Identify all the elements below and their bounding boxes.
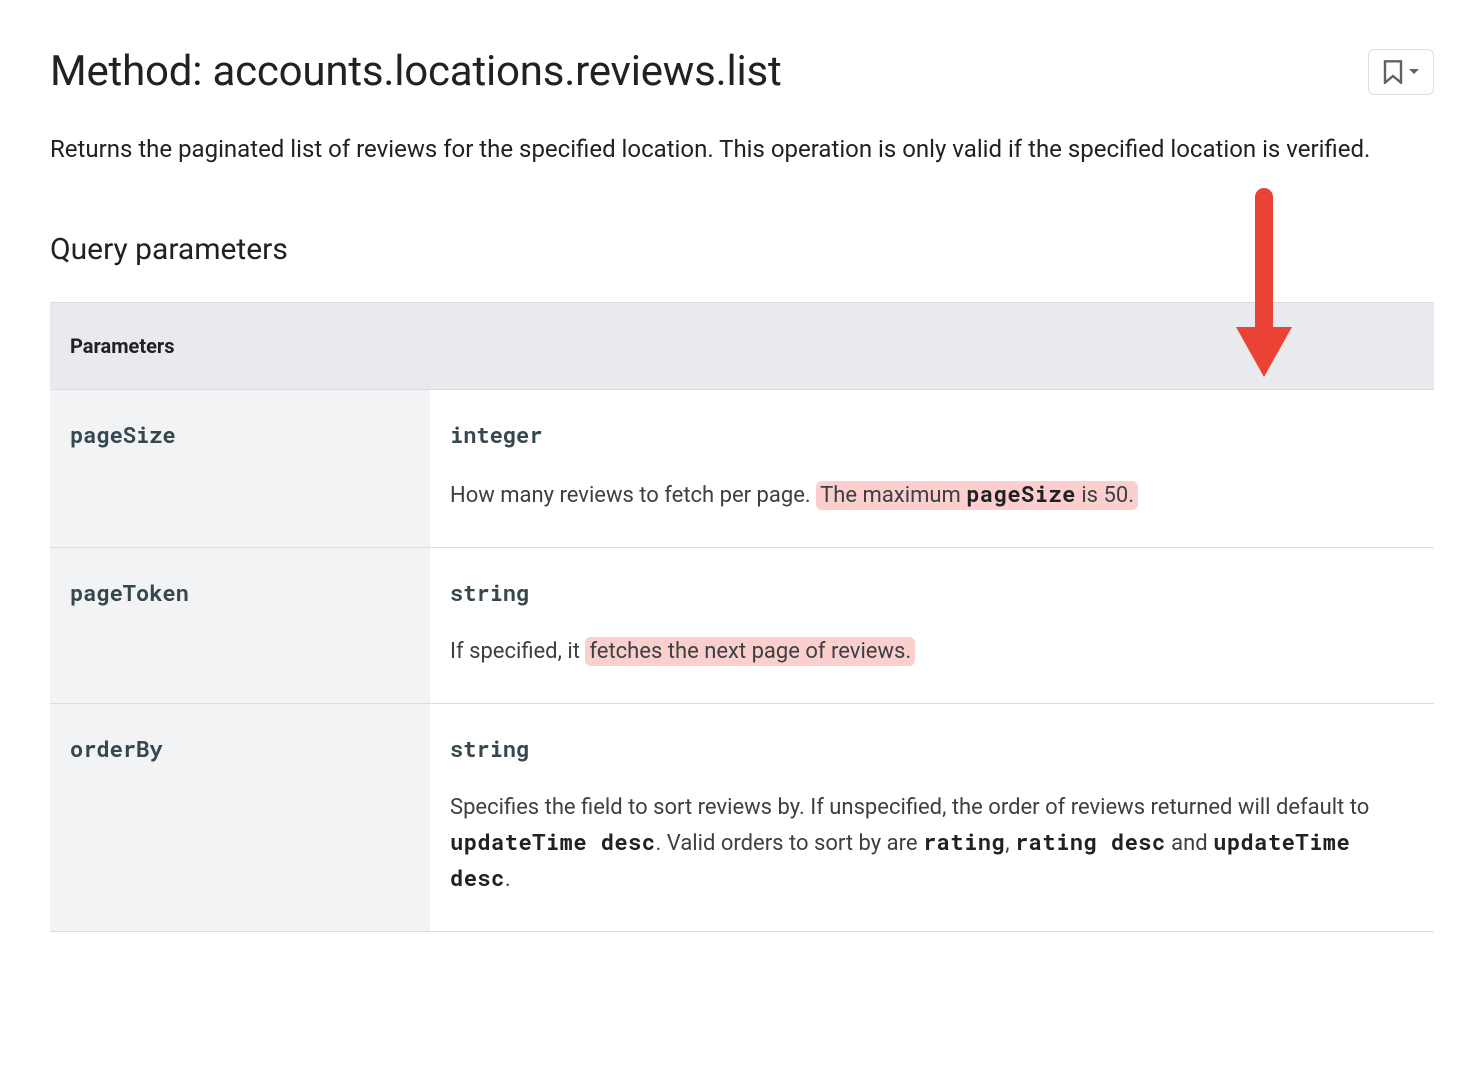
inline-code: rating <box>923 827 1005 856</box>
desc-text: Specifies the field to sort reviews by. … <box>450 795 1369 820</box>
param-name: pageSize <box>50 390 430 548</box>
param-type: integer <box>450 418 1414 451</box>
table-header: Parameters <box>50 303 1434 390</box>
table-row: pageToken string If specified, it fetche… <box>50 548 1434 704</box>
param-desc-cell: string If specified, it fetches the next… <box>430 548 1434 704</box>
param-desc-cell: string Specifies the field to sort revie… <box>430 704 1434 932</box>
section-title: Query parameters <box>50 227 1434 272</box>
page-title: Method: accounts.locations.reviews.list <box>50 40 782 103</box>
param-name: pageToken <box>50 548 430 704</box>
param-description: Specifies the field to sort reviews by. … <box>450 791 1414 897</box>
inline-code: updateTime desc <box>450 827 656 856</box>
desc-text: The maximum <box>820 483 966 508</box>
desc-text: is 50. <box>1076 483 1134 508</box>
method-description: Returns the paginated list of reviews fo… <box>50 131 1434 167</box>
desc-text: . <box>505 867 511 892</box>
parameters-table: Parameters pageSize integer How many rev… <box>50 302 1434 932</box>
param-description: If specified, it fetches the next page o… <box>450 635 1414 669</box>
desc-text: How many reviews to fetch per page. <box>450 483 816 508</box>
bookmark-icon <box>1383 60 1403 84</box>
param-name: orderBy <box>50 704 430 932</box>
caret-down-icon <box>1409 69 1419 74</box>
desc-text: , <box>1005 831 1015 856</box>
param-desc-cell: integer How many reviews to fetch per pa… <box>430 390 1434 548</box>
desc-text: If specified, it <box>450 639 585 664</box>
inline-code: pageSize <box>966 479 1076 508</box>
desc-text: and <box>1166 831 1213 856</box>
highlight: fetches the next page of reviews. <box>585 637 915 666</box>
param-type: string <box>450 576 1414 609</box>
table-row: pageSize integer How many reviews to fet… <box>50 390 1434 548</box>
highlight: The maximum pageSize is 50. <box>816 481 1138 510</box>
table-row: orderBy string Specifies the field to so… <box>50 704 1434 932</box>
param-type: string <box>450 732 1414 765</box>
param-description: How many reviews to fetch per page. The … <box>450 477 1414 513</box>
desc-text: . Valid orders to sort by are <box>656 831 923 856</box>
bookmark-button[interactable] <box>1368 49 1434 95</box>
inline-code: rating desc <box>1015 827 1166 856</box>
